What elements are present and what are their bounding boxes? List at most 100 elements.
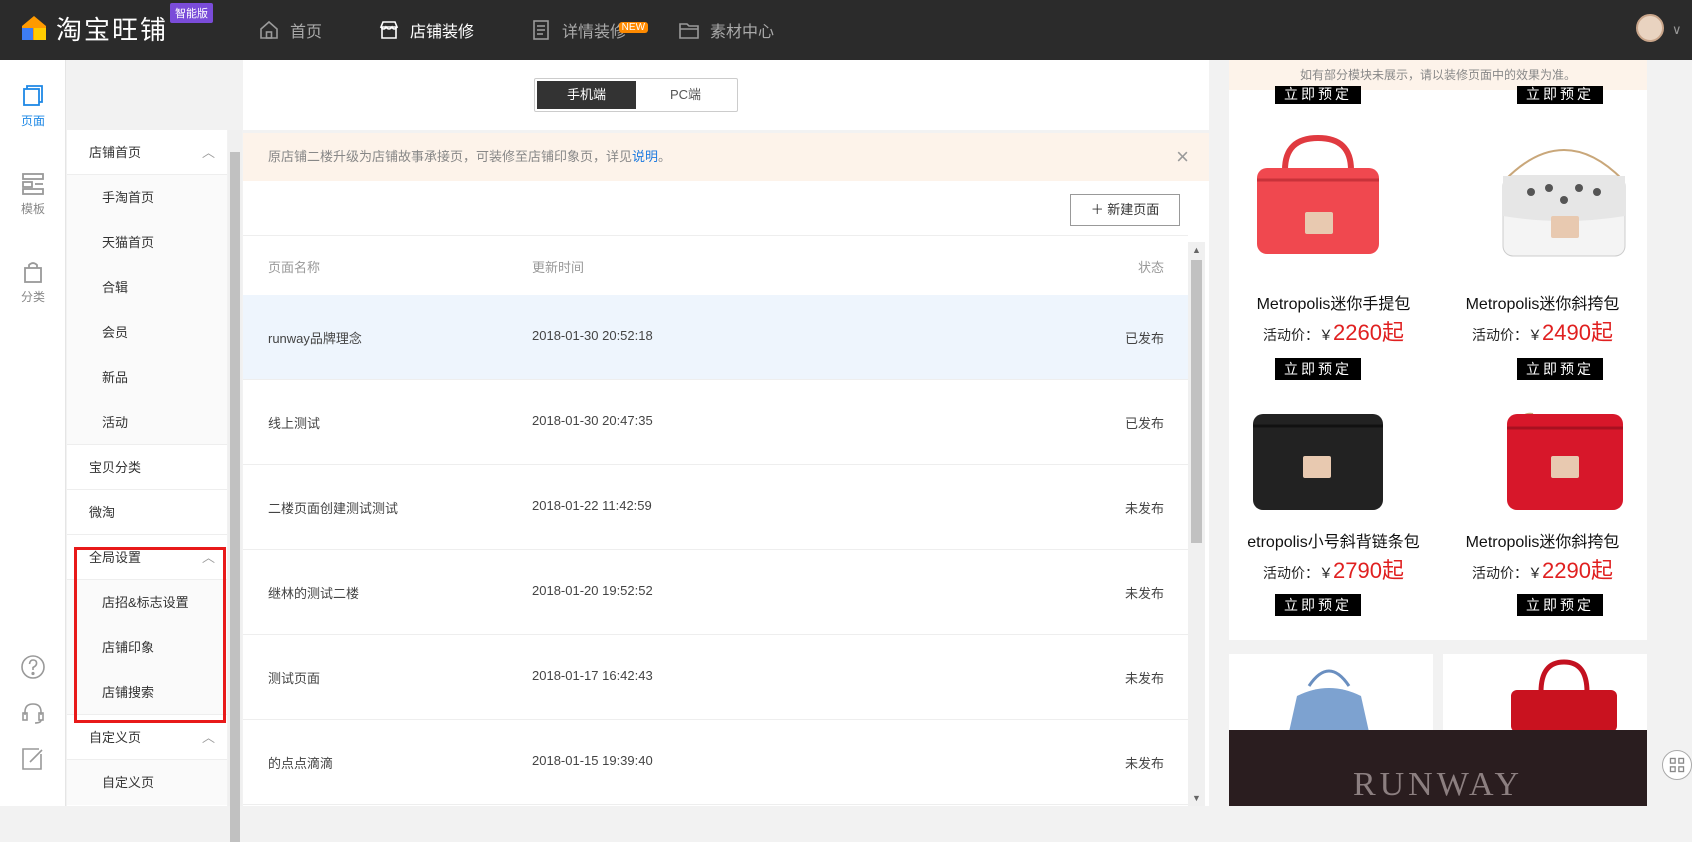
tree-node-item-category[interactable]: 宝贝分类	[67, 445, 227, 490]
device-toggle: 手机端 PC端	[534, 78, 738, 112]
tree-node-label: 会员	[102, 325, 129, 340]
book-button[interactable]: 立即预定	[1275, 594, 1361, 616]
book-button[interactable]: 立即预定	[1517, 358, 1603, 380]
divider	[1433, 640, 1443, 730]
nav-material-center-label: 素材中心	[710, 24, 775, 41]
notice-text: 原店铺二楼升级为店铺故事承接页，可装修至店铺印象页，详见	[268, 149, 633, 164]
nav-material-center[interactable]: 素材中心	[678, 0, 774, 60]
tree-node-label: 活动	[102, 415, 129, 430]
tab-mobile[interactable]: 手机端	[537, 81, 636, 109]
row-page-name: 测试页面	[268, 671, 321, 686]
rail-item-page[interactable]: 页面	[0, 84, 66, 129]
price-label: 活动价：￥	[1263, 327, 1334, 343]
book-button[interactable]: 立即预定	[1275, 86, 1361, 104]
row-page-name: runway品牌理念	[268, 331, 362, 346]
new-badge: NEW	[618, 22, 649, 33]
price-value: 2490起	[1542, 320, 1613, 345]
row-update-time: 2018-01-17 16:42:43	[532, 668, 653, 683]
product-title: etropolis小号斜背链条包	[1247, 534, 1420, 551]
book-button[interactable]: 立即预定	[1517, 594, 1603, 616]
new-page-button[interactable]: ＋ 新建页面	[1070, 194, 1180, 226]
product-image-red-crossbody[interactable]	[1493, 400, 1633, 520]
tree-node-store-home[interactable]: 店铺首页 ︿	[67, 130, 227, 175]
product-image-white-crossbody[interactable]	[1491, 130, 1637, 260]
product-image-black-chain-bag[interactable]	[1239, 400, 1389, 520]
store-icon	[379, 21, 399, 39]
rail-item-category[interactable]: 分类	[0, 260, 66, 305]
row-page-name: 继林的测试二楼	[268, 586, 360, 601]
tree-node-label: 新品	[102, 370, 129, 385]
table-row[interactable]: 的点点滴滴 2018-01-15 19:39:40 未发布	[243, 720, 1188, 805]
tree-node-label: 合辑	[102, 280, 129, 295]
icon-rail: 页面 模板 分类	[0, 60, 66, 806]
tab-pc[interactable]: PC端	[636, 81, 735, 109]
tree-node-collection[interactable]: 合辑	[67, 265, 227, 310]
chevron-down-icon[interactable]: ∨	[1672, 22, 1682, 38]
nav-home[interactable]: 首页	[258, 0, 322, 60]
scroll-down-arrow-icon[interactable]: ▼	[1192, 793, 1201, 803]
header-status: 状态	[1137, 260, 1164, 275]
row-page-name: 线上测试	[268, 416, 321, 431]
avatar[interactable]	[1636, 14, 1664, 42]
nav-detail-decoration[interactable]: 详情装修 NEW	[530, 0, 649, 60]
product-price: 活动价：￥2290起	[1438, 553, 1647, 585]
price-label: 活动价：￥	[1263, 565, 1334, 581]
row-status: 未发布	[1124, 586, 1164, 601]
tree-node-member[interactable]: 会员	[67, 310, 227, 355]
row-page-name: 的点点滴滴	[268, 756, 334, 771]
table-row[interactable]: 继林的测试二楼 2018-01-20 19:52:52 未发布	[243, 550, 1188, 635]
price-label: 活动价：￥	[1472, 565, 1543, 581]
book-button[interactable]: 立即预定	[1517, 86, 1603, 104]
top-bar: 淘宝旺铺 智能版 首页 店铺装修 详情装修 NEW 素材中心 ∨	[0, 0, 1692, 60]
edition-badge: 智能版	[170, 3, 213, 23]
price-value: 2790起	[1333, 558, 1404, 583]
tree-node-label: 店铺首页	[89, 145, 142, 160]
price-value: 2290起	[1542, 558, 1613, 583]
logo-mark-icon	[22, 16, 46, 40]
table-row[interactable]: 二楼页面创建测试测试 2018-01-22 11:42:59 未发布	[243, 465, 1188, 550]
tree-node-activity[interactable]: 活动	[67, 400, 227, 445]
nav-store-decoration[interactable]: 店铺装修	[378, 0, 474, 60]
edit-icon[interactable]	[20, 746, 46, 772]
product-image-red-handbag[interactable]	[1245, 130, 1391, 260]
headset-icon[interactable]	[20, 700, 46, 726]
table-scrollbar[interactable]: ▲ ▼	[1188, 242, 1205, 806]
row-update-time: 2018-01-15 19:39:40	[532, 753, 653, 768]
template-icon	[22, 173, 44, 195]
product-image-red-top-handle[interactable]	[1499, 656, 1629, 732]
folder-icon	[679, 23, 699, 39]
tree-scrollbar[interactable]	[228, 130, 242, 842]
tree-scrollbar-thumb[interactable]	[230, 152, 240, 842]
table-row[interactable]: 线上测试 2018-01-30 20:47:35 已发布	[243, 380, 1188, 465]
tree-node-weitao[interactable]: 微淘	[67, 490, 227, 535]
grid-icon[interactable]	[1662, 750, 1692, 780]
chevron-up-icon[interactable]: ︿	[202, 130, 215, 175]
tree-node-label: 手淘首页	[102, 190, 155, 205]
mobile-preview: 如有部分模块未展示，请以装修页面中的效果为准。 立即预定 立即预定 Metrop…	[1229, 60, 1647, 806]
help-icon[interactable]	[20, 654, 46, 680]
row-status: 未发布	[1124, 756, 1164, 771]
table-scrollbar-thumb[interactable]	[1191, 260, 1202, 543]
product-price: 活动价：￥2790起	[1229, 553, 1438, 585]
close-icon[interactable]: ×	[1176, 133, 1189, 181]
nav-store-decoration-label: 店铺装修	[410, 24, 475, 41]
table-row[interactable]: 测试页面 2018-01-17 16:42:43 未发布	[243, 635, 1188, 720]
scroll-up-arrow-icon[interactable]: ▲	[1192, 245, 1201, 255]
row-status: 已发布	[1124, 416, 1164, 431]
product-title: Metropolis迷你斜挎包	[1465, 296, 1620, 313]
price-value: 2260起	[1333, 320, 1404, 345]
nav-home-label: 首页	[290, 24, 323, 41]
table-row[interactable]: runway品牌理念 2018-01-30 20:52:18 已发布	[243, 295, 1188, 380]
logo[interactable]: 淘宝旺铺	[20, 10, 168, 46]
rail-item-template[interactable]: 模板	[0, 172, 66, 217]
rail-item-category-label: 分类	[20, 290, 45, 304]
tree-node-new-arrivals[interactable]: 新品	[67, 355, 227, 400]
tree-node-tmall-home[interactable]: 天猫首页	[67, 220, 227, 265]
row-update-time: 2018-01-30 20:52:18	[532, 328, 653, 343]
row-page-name: 二楼页面创建测试测试	[268, 501, 399, 516]
book-button[interactable]: 立即预定	[1275, 358, 1361, 380]
tree-node-custom-page[interactable]: 自定义页	[67, 760, 227, 805]
tree-node-mobile-home[interactable]: 手淘首页	[67, 175, 227, 220]
product-image-blue-bucket-bag[interactable]	[1269, 656, 1389, 732]
notice-link[interactable]: 说明	[632, 149, 658, 164]
